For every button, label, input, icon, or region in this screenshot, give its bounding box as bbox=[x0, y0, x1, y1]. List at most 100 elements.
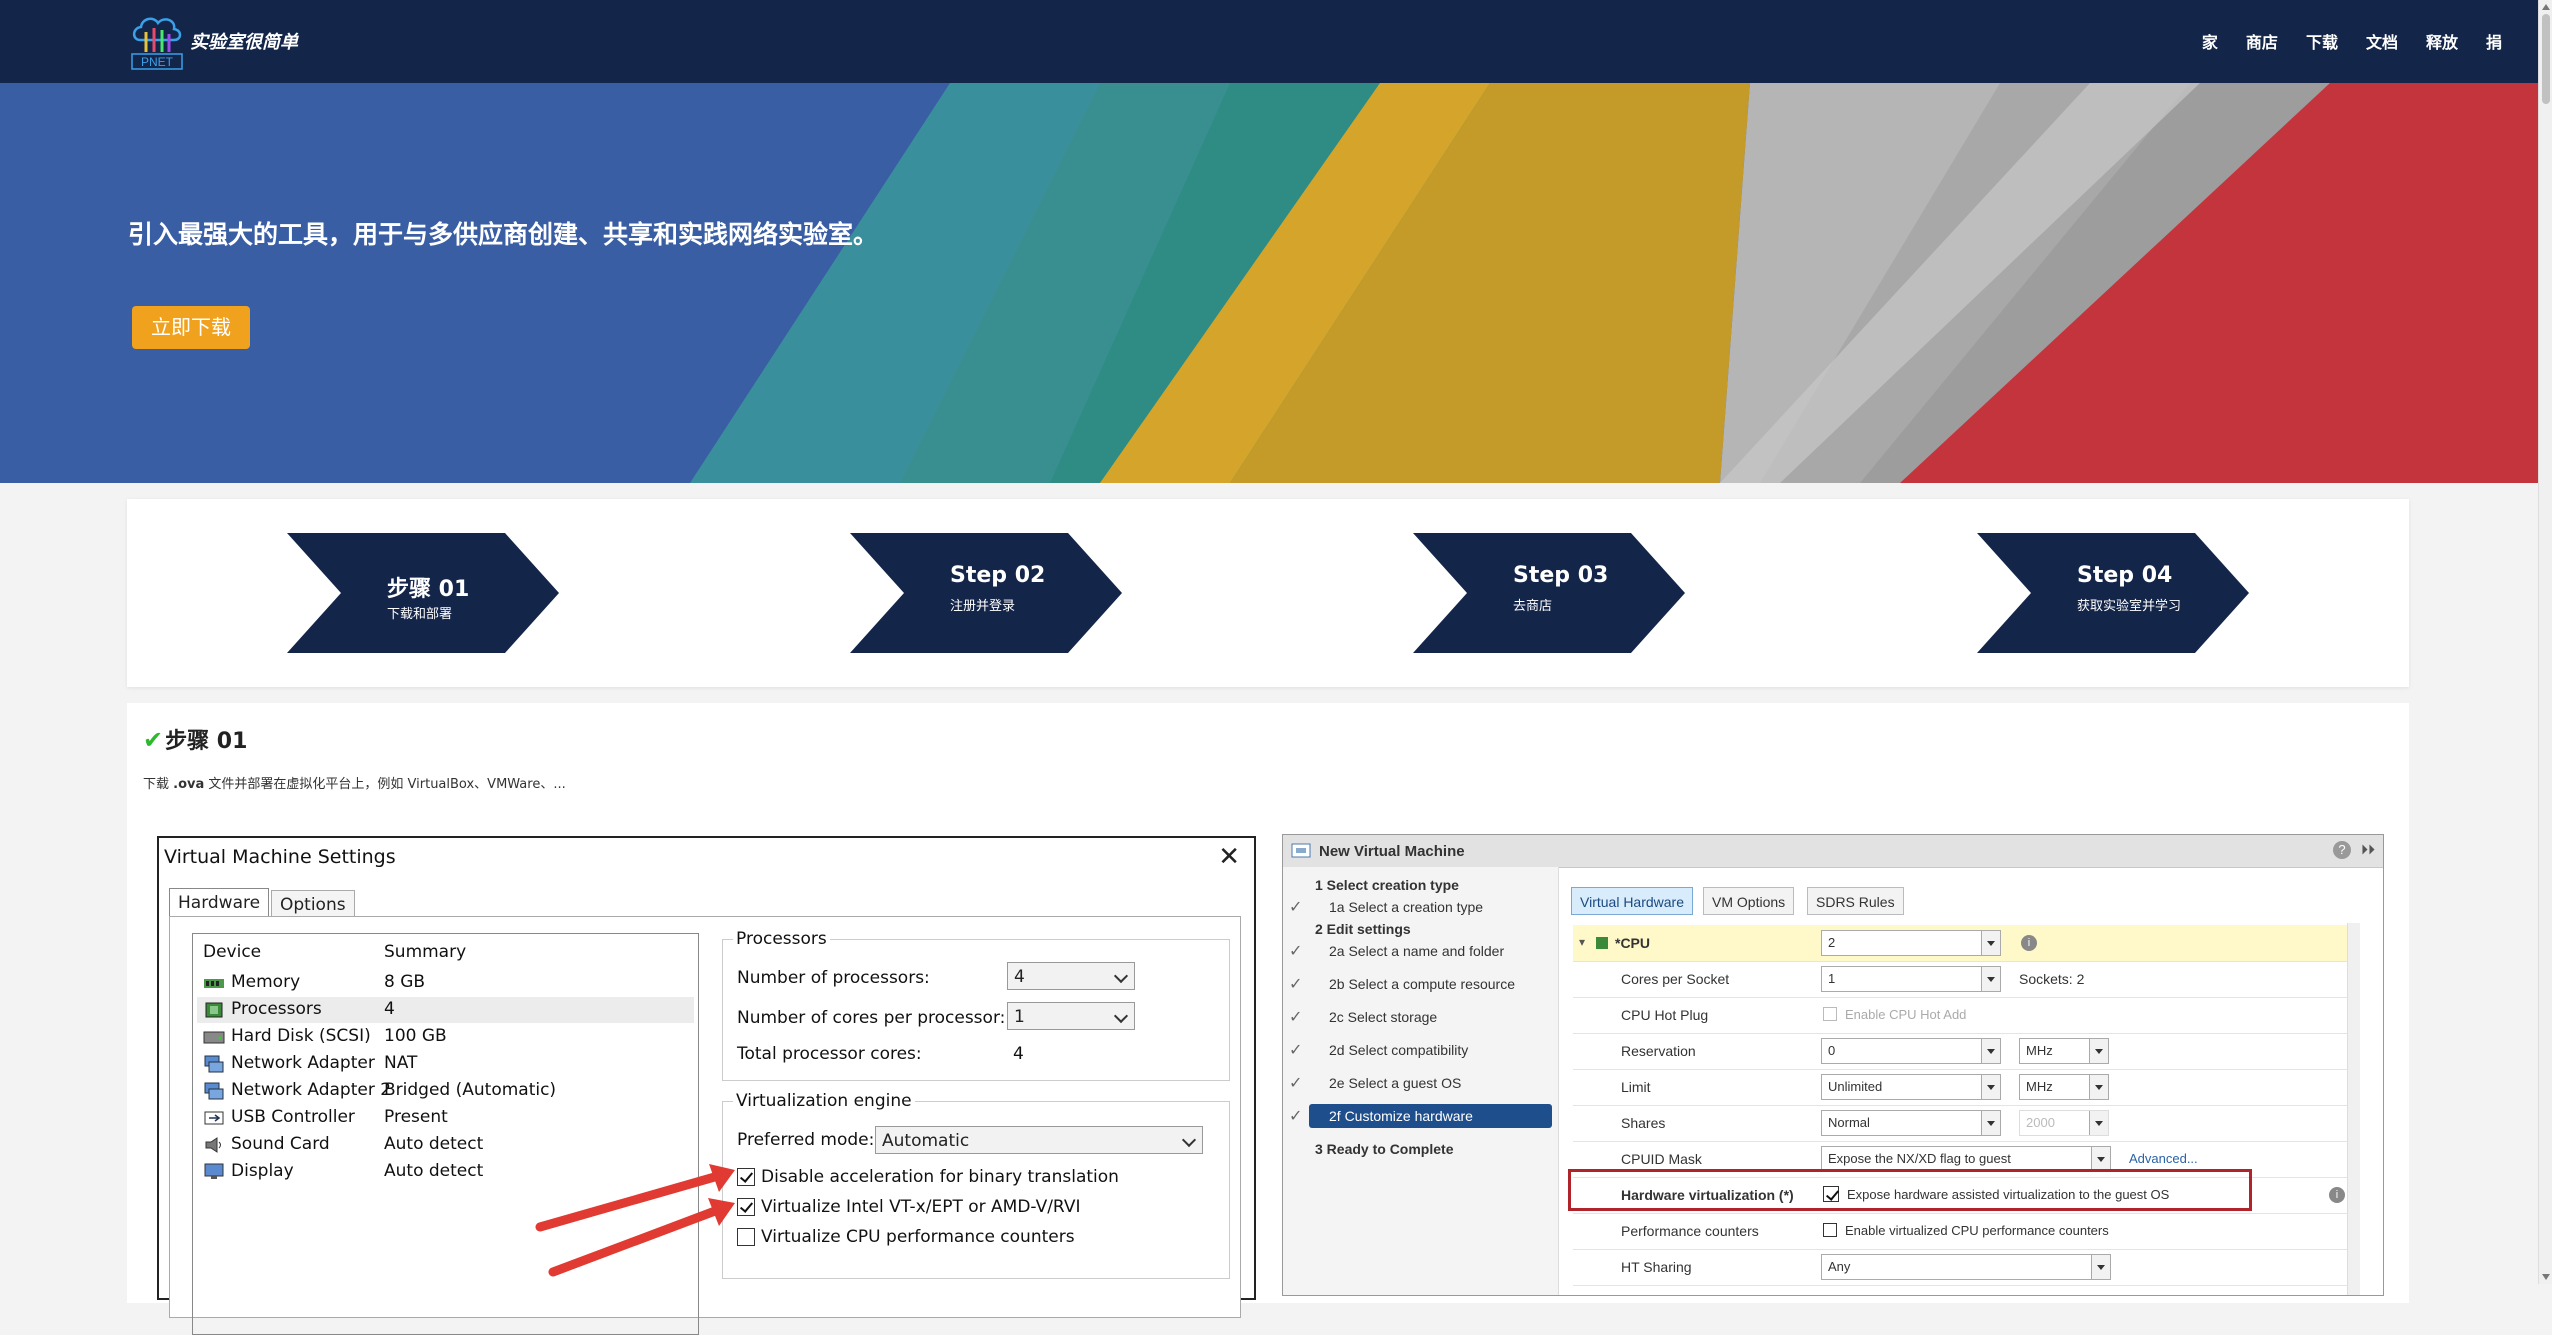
column-summary: Summary bbox=[384, 942, 467, 962]
advanced-link[interactable]: Advanced... bbox=[2129, 1151, 2198, 1166]
device-row-usb-controller[interactable]: USB Controller Present bbox=[197, 1105, 694, 1131]
top-navbar: PNET 实验室很简单 家 商店 下载 文档 释放 捐 bbox=[0, 0, 2538, 83]
new-vm-screenshot: New Virtual Machine ? ⏵⏵ 1 Select creati… bbox=[1282, 834, 2384, 1296]
speaker-icon bbox=[205, 1137, 221, 1153]
shares-select[interactable]: Normal bbox=[1821, 1110, 2001, 1136]
page-scrollbar[interactable] bbox=[2538, 0, 2552, 1284]
step-03-chevron[interactable]: Step 03 去商店 bbox=[1413, 533, 1685, 653]
ht-sharing-row: HT Sharing Any bbox=[1573, 1249, 2353, 1286]
info-icon[interactable]: i bbox=[2329, 1187, 2345, 1203]
wizard-step-2f[interactable]: 2f Customize hardware bbox=[1329, 1108, 1473, 1124]
device-row-sound-card[interactable]: Sound Card Auto detect bbox=[197, 1132, 694, 1158]
check-icon: ✓ bbox=[1289, 976, 1303, 993]
cpu-hot-add-checkbox[interactable] bbox=[1823, 1007, 1837, 1021]
shares-number-input[interactable]: 2000 bbox=[2019, 1110, 2109, 1136]
svg-text:PNET: PNET bbox=[141, 55, 174, 69]
cpu-icon bbox=[1596, 937, 1608, 949]
wizard-step-1[interactable]: 1 Select creation type bbox=[1315, 877, 1459, 893]
checkmark-icon: ✔ bbox=[143, 726, 164, 754]
nav-link-donate[interactable]: 捐 bbox=[2486, 29, 2502, 53]
tab-hardware[interactable]: Hardware bbox=[169, 888, 270, 917]
wizard-step-2d[interactable]: 2d Select compatibility bbox=[1329, 1042, 1468, 1058]
num-processors-select[interactable]: 4 bbox=[1007, 962, 1135, 990]
cpu-hot-plug-row: CPU Hot Plug Enable CPU Hot Add bbox=[1573, 997, 2353, 1034]
network-adapter-icon bbox=[204, 1082, 224, 1100]
check-icon: ✓ bbox=[1289, 1009, 1303, 1026]
pnet-logo[interactable]: PNET bbox=[128, 10, 186, 72]
limit-input[interactable]: Unlimited bbox=[1821, 1074, 2001, 1100]
hero-banner: 引入最强大的工具，用于与多供应商创建、共享和实践网络实验室。 立即下载 bbox=[0, 83, 2538, 483]
expand-icon[interactable]: ⏵⏵ bbox=[2361, 841, 2375, 858]
scroll-up-arrow[interactable] bbox=[2542, 4, 2550, 10]
step-04-chevron[interactable]: Step 04 获取实验室并学习 bbox=[1977, 533, 2249, 653]
step-subtitle: 获取实验室并学习 bbox=[2077, 599, 2182, 614]
grid-scrollbar[interactable] bbox=[2347, 923, 2360, 1295]
nav-link-release[interactable]: 释放 bbox=[2426, 29, 2458, 53]
perf-counters-checkbox[interactable] bbox=[1823, 1223, 1837, 1237]
help-icon[interactable]: ? bbox=[2333, 841, 2351, 859]
device-row-memory[interactable]: Memory 8 GB bbox=[197, 970, 694, 996]
check-icon: ✓ bbox=[1289, 1042, 1303, 1059]
monitor-icon bbox=[204, 1163, 224, 1179]
collapse-icon[interactable]: ▾ bbox=[1579, 935, 1585, 949]
hard-disk-icon bbox=[203, 1031, 225, 1044]
wizard-step-2[interactable]: 2 Edit settings bbox=[1315, 921, 1411, 937]
limit-unit-select[interactable]: MHz bbox=[2019, 1074, 2109, 1100]
wizard-step-2a[interactable]: 2a Select a name and folder bbox=[1329, 943, 1504, 959]
nav-link-home[interactable]: 家 bbox=[2202, 29, 2218, 53]
check-icon: ✓ bbox=[1289, 899, 1303, 916]
cores-per-processor-select[interactable]: 1 bbox=[1007, 1002, 1135, 1030]
chevron-down-icon bbox=[1113, 968, 1129, 984]
tab-vm-options[interactable]: VM Options bbox=[1703, 887, 1795, 915]
disable-acceleration-label: Disable acceleration for binary translat… bbox=[761, 1167, 1119, 1187]
hero-background bbox=[0, 83, 2538, 483]
virtualize-vtx-label: Virtualize Intel VT-x/EPT or AMD-V/RVI bbox=[761, 1197, 1081, 1217]
nav-link-store[interactable]: 商店 bbox=[2246, 29, 2278, 53]
step-title: Step 04 bbox=[2077, 563, 2173, 588]
tab-sdrs-rules[interactable]: SDRS Rules bbox=[1807, 887, 1904, 915]
device-row-processors[interactable]: Processors 4 bbox=[197, 997, 694, 1023]
memory-icon bbox=[204, 979, 224, 988]
cores-per-socket-select[interactable]: 1 bbox=[1821, 966, 2001, 992]
reservation-unit-select[interactable]: MHz bbox=[2019, 1038, 2109, 1064]
cores-per-socket-row: Cores per Socket 1 Sockets: 2 bbox=[1573, 961, 2353, 998]
step-title: 步骤 01 bbox=[387, 577, 470, 602]
device-row-network-adapter[interactable]: Network Adapter NAT bbox=[197, 1051, 694, 1077]
download-now-button[interactable]: 立即下载 bbox=[132, 306, 250, 349]
preferred-mode-select[interactable]: Automatic bbox=[875, 1126, 1203, 1154]
scrollbar-thumb[interactable] bbox=[2542, 14, 2550, 104]
wizard-step-3[interactable]: 3 Ready to Complete bbox=[1315, 1141, 1453, 1157]
step-title: Step 03 bbox=[1513, 563, 1609, 588]
network-adapter-icon bbox=[204, 1055, 224, 1073]
tab-options[interactable]: Options bbox=[271, 890, 355, 917]
device-row-hard-disk[interactable]: Hard Disk (SCSI) 100 GB bbox=[197, 1024, 694, 1050]
new-vm-header: New Virtual Machine ? ⏵⏵ bbox=[1283, 835, 2383, 868]
wizard-step-2e[interactable]: 2e Select a guest OS bbox=[1329, 1075, 1461, 1091]
ht-sharing-select[interactable]: Any bbox=[1821, 1254, 2111, 1280]
close-icon[interactable]: ✕ bbox=[1218, 842, 1240, 872]
nav-link-download[interactable]: 下载 bbox=[2306, 29, 2338, 53]
device-row-network-adapter-2[interactable]: Network Adapter 2 Bridged (Automatic) bbox=[197, 1078, 694, 1104]
info-icon[interactable]: i bbox=[2021, 935, 2037, 951]
cpu-count-select[interactable]: 2 bbox=[1821, 930, 2001, 956]
tab-virtual-hardware[interactable]: Virtual Hardware bbox=[1571, 887, 1694, 915]
step-01-heading: ✔步骤 01 bbox=[143, 726, 248, 754]
cores-per-processor-label: Number of cores per processor: bbox=[737, 1008, 1006, 1028]
wizard-step-2c[interactable]: 2c Select storage bbox=[1329, 1009, 1437, 1025]
window-title: Virtual Machine Settings bbox=[164, 846, 396, 868]
nav-links: 家 商店 下载 文档 释放 捐 bbox=[2174, 29, 2502, 53]
step-01-description: 下载 .ova 文件并部署在虚拟化平台上，例如 VirtualBox、VMWar… bbox=[143, 777, 566, 792]
step-01-chevron[interactable]: 步骤 01 下载和部署 bbox=[287, 533, 559, 653]
reservation-input[interactable]: 0 bbox=[1821, 1038, 2001, 1064]
brand-tagline: 实验室很简单 bbox=[190, 32, 298, 53]
wizard-step-2b[interactable]: 2b Select a compute resource bbox=[1329, 976, 1515, 992]
hero-headline: 引入最强大的工具，用于与多供应商创建、共享和实践网络实验室。 bbox=[128, 220, 879, 249]
step-subtitle: 去商店 bbox=[1513, 599, 1553, 614]
scroll-down-arrow[interactable] bbox=[2542, 1274, 2550, 1280]
wizard-step-1a[interactable]: 1a Select a creation type bbox=[1329, 899, 1483, 915]
annotation-arrows bbox=[535, 1164, 735, 1277]
preferred-mode-label: Preferred mode: bbox=[737, 1130, 875, 1150]
step-02-chevron[interactable]: Step 02 注册并登录 bbox=[850, 533, 1122, 653]
virtualization-engine-group: Virtualization engine Preferred mode: Au… bbox=[722, 1091, 1230, 1279]
nav-link-docs[interactable]: 文档 bbox=[2366, 29, 2398, 53]
